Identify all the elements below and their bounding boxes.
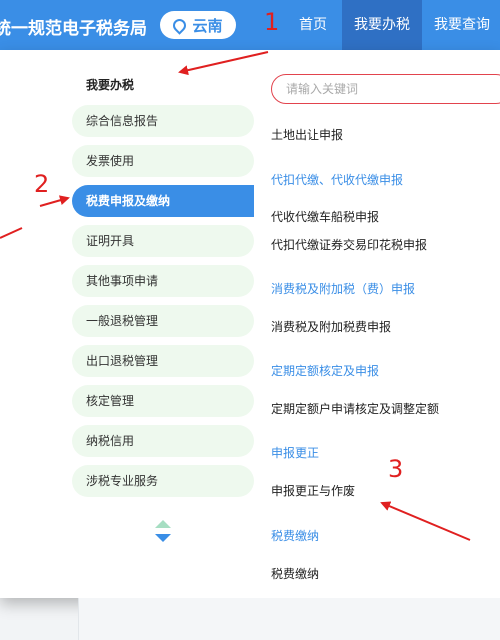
sidebar-item-certificate[interactable]: 证明开具 — [72, 225, 254, 257]
sidebar-heading: 我要办税 — [86, 78, 135, 92]
content-link[interactable]: 代扣代缴证券交易印花税申报 — [271, 236, 427, 253]
sidebar-item-info-report[interactable]: 综合信息报告 — [72, 105, 254, 137]
location-pin-icon — [170, 15, 190, 35]
annotation-number-1: 1 — [264, 8, 280, 36]
content-category: 代扣代缴、代收代缴申报 — [271, 173, 404, 187]
header-bar: 统一规范电子税务局 云南 首页 我要办税 我要查询 — [0, 0, 500, 50]
nav-home[interactable]: 首页 — [284, 0, 342, 50]
content-link-correction[interactable]: 申报更正与作废 — [271, 482, 355, 499]
sidebar-item-invoice[interactable]: 发票使用 — [72, 145, 254, 177]
sidebar-item-other-request[interactable]: 其他事项申请 — [72, 265, 254, 297]
sidebar-item-tax-filing[interactable]: 税费申报及缴纳 — [72, 185, 254, 217]
content-link[interactable]: 税费缴纳 — [271, 565, 319, 582]
nav-query[interactable]: 我要查询 — [424, 0, 500, 50]
content-link[interactable]: 定期定额户申请核定及调整定额 — [271, 400, 439, 417]
content-category: 消费税及附加税（费）申报 — [271, 282, 416, 296]
nav-tax-handling[interactable]: 我要办税 — [342, 0, 422, 50]
content-category: 定期定额核定及申报 — [271, 364, 380, 378]
content-link[interactable]: 代收代缴车船税申报 — [271, 208, 379, 225]
content-link[interactable]: 土地出让申报 — [271, 126, 343, 143]
content-category: 申报更正 — [271, 446, 320, 460]
sidebar-item-assessment[interactable]: 核定管理 — [72, 385, 254, 417]
region-label: 云南 — [192, 16, 223, 35]
scroll-down-icon[interactable] — [155, 534, 171, 542]
annotation-number-2: 2 — [34, 170, 50, 198]
annotation-number-3: 3 — [388, 455, 404, 483]
sidebar-item-professional[interactable]: 涉税专业服务 — [72, 465, 254, 497]
scroll-up-icon[interactable] — [155, 520, 171, 528]
sidebar-item-general-refund[interactable]: 一般退税管理 — [72, 305, 254, 337]
page-background-strip — [78, 598, 500, 640]
content-link[interactable]: 消费税及附加税费申报 — [271, 318, 391, 335]
scroll-arrows-icon[interactable] — [153, 520, 173, 544]
region-selector[interactable]: 云南 — [160, 11, 236, 39]
content-category: 税费缴纳 — [271, 529, 320, 543]
keyword-search-input[interactable] — [271, 74, 500, 104]
sidebar-item-export-refund[interactable]: 出口退税管理 — [72, 345, 254, 377]
sidebar-item-credit[interactable]: 纳税信用 — [72, 425, 254, 457]
site-title: 统一规范电子税务局 — [0, 19, 147, 39]
